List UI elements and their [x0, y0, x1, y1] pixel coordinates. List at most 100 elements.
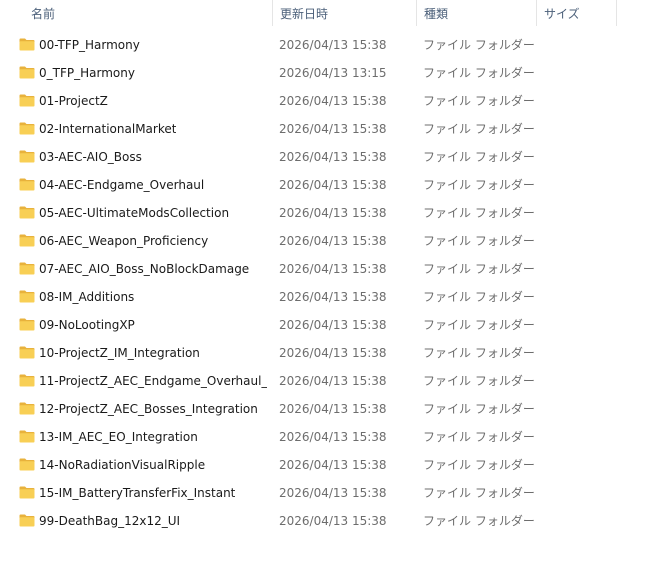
column-header-size-label: サイズ — [544, 7, 580, 21]
file-name[interactable]: 10-ProjectZ_IM_Integration — [39, 339, 200, 367]
modified-date: 2026/04/13 13:15 — [279, 66, 387, 80]
folder-icon — [19, 206, 35, 219]
column-header-name-label: 名前 — [31, 7, 56, 21]
file-name[interactable]: 09-NoLootingXP — [39, 311, 135, 339]
column-header-name[interactable]: ⌃ 名前 — [0, 0, 272, 26]
column-header-date-label: 更新日時 — [280, 7, 329, 21]
file-type: ファイル フォルダー — [423, 66, 535, 80]
sort-ascending-icon: ⌃ — [143, 0, 152, 5]
column-header-size[interactable]: サイズ — [537, 0, 616, 26]
file-row[interactable]: 07-AEC_AIO_Boss_NoBlockDamage 2026/04/13 … — [0, 255, 668, 283]
folder-icon — [19, 150, 35, 163]
modified-date: 2026/04/13 15:38 — [279, 290, 387, 304]
folder-icon — [19, 402, 35, 415]
folder-icon — [19, 430, 35, 443]
file-name[interactable]: 99-DeathBag_12x12_UI — [39, 507, 180, 535]
folder-icon — [19, 234, 35, 247]
file-row[interactable]: 12-ProjectZ_AEC_Bosses_Integration 2026/0… — [0, 395, 668, 423]
file-type: ファイル フォルダー — [423, 374, 535, 388]
file-type: ファイル フォルダー — [423, 150, 535, 164]
file-name[interactable]: 03-AEC-AIO_Boss — [39, 143, 142, 171]
modified-date: 2026/04/13 15:38 — [279, 206, 387, 220]
folder-icon — [19, 458, 35, 471]
modified-date: 2026/04/13 15:38 — [279, 318, 387, 332]
file-row[interactable]: 0_TFP_Harmony 2026/04/13 13:15 ファイル フォルダー — [0, 59, 668, 87]
file-row[interactable]: 06-AEC_Weapon_Proficiency 2026/04/13 15:3… — [0, 227, 668, 255]
file-name[interactable]: 08-IM_Additions — [39, 283, 134, 311]
folder-icon — [19, 38, 35, 51]
column-header-bar: ⌃ 名前 更新日時 種類 サイズ — [0, 0, 668, 28]
folder-icon — [19, 486, 35, 499]
file-name[interactable]: 13-IM_AEC_EO_Integration — [39, 423, 198, 451]
file-name[interactable]: 06-AEC_Weapon_Proficiency — [39, 227, 208, 255]
modified-date: 2026/04/13 15:38 — [279, 402, 387, 416]
file-row[interactable]: 14-NoRadiationVisualRipple 2026/04/13 15:… — [0, 451, 668, 479]
modified-date: 2026/04/13 15:38 — [279, 430, 387, 444]
file-row[interactable]: 09-NoLootingXP 2026/04/13 15:38 ファイル フォルダー — [0, 311, 668, 339]
folder-icon — [19, 66, 35, 79]
file-row[interactable]: 08-IM_Additions 2026/04/13 15:38 ファイル フォルダ… — [0, 283, 668, 311]
folder-icon — [19, 290, 35, 303]
modified-date: 2026/04/13 15:38 — [279, 122, 387, 136]
file-row[interactable]: 11-ProjectZ_AEC_Endgame_Overhaul__In... 2… — [0, 367, 668, 395]
file-type: ファイル フォルダー — [423, 402, 535, 416]
modified-date: 2026/04/13 15:38 — [279, 346, 387, 360]
file-row[interactable]: 01-ProjectZ 2026/04/13 15:38 ファイル フォルダー — [0, 87, 668, 115]
file-type: ファイル フォルダー — [423, 38, 535, 52]
modified-date: 2026/04/13 15:38 — [279, 234, 387, 248]
file-row[interactable]: 02-InternationalMarket 2026/04/13 15:38 ファ… — [0, 115, 668, 143]
file-type: ファイル フォルダー — [423, 94, 535, 108]
file-type: ファイル フォルダー — [423, 262, 535, 276]
file-type: ファイル フォルダー — [423, 290, 535, 304]
file-type: ファイル フォルダー — [423, 430, 535, 444]
file-type: ファイル フォルダー — [423, 122, 535, 136]
file-name[interactable]: 01-ProjectZ — [39, 87, 108, 115]
folder-icon — [19, 318, 35, 331]
column-header-type-label: 種類 — [424, 7, 449, 21]
file-name[interactable]: 12-ProjectZ_AEC_Bosses_Integration — [39, 395, 258, 423]
file-name[interactable]: 15-IM_BatteryTransferFix_Instant — [39, 479, 235, 507]
modified-date: 2026/04/13 15:38 — [279, 486, 387, 500]
file-type: ファイル フォルダー — [423, 458, 535, 472]
column-divider[interactable] — [616, 0, 617, 26]
file-name[interactable]: 11-ProjectZ_AEC_Endgame_Overhaul__In... — [39, 367, 267, 395]
file-row[interactable]: 99-DeathBag_12x12_UI 2026/04/13 15:38 ファイル… — [0, 507, 668, 535]
modified-date: 2026/04/13 15:38 — [279, 374, 387, 388]
file-type: ファイル フォルダー — [423, 346, 535, 360]
folder-icon — [19, 94, 35, 107]
file-row[interactable]: 04-AEC-Endgame_Overhaul 2026/04/13 15:38 フ… — [0, 171, 668, 199]
file-name[interactable]: 04-AEC-Endgame_Overhaul — [39, 171, 204, 199]
modified-date: 2026/04/13 15:38 — [279, 514, 387, 528]
file-name[interactable]: 02-InternationalMarket — [39, 115, 176, 143]
file-name[interactable]: 07-AEC_AIO_Boss_NoBlockDamage — [39, 255, 249, 283]
file-name[interactable]: 0_TFP_Harmony — [39, 59, 135, 87]
modified-date: 2026/04/13 15:38 — [279, 458, 387, 472]
column-header-date[interactable]: 更新日時 — [273, 0, 416, 26]
folder-icon — [19, 178, 35, 191]
file-row[interactable]: 13-IM_AEC_EO_Integration 2026/04/13 15:38… — [0, 423, 668, 451]
file-type: ファイル フォルダー — [423, 178, 535, 192]
file-type: ファイル フォルダー — [423, 234, 535, 248]
modified-date: 2026/04/13 15:38 — [279, 38, 387, 52]
folder-icon — [19, 374, 35, 387]
file-type: ファイル フォルダー — [423, 514, 535, 528]
folder-icon — [19, 122, 35, 135]
file-name[interactable]: 14-NoRadiationVisualRipple — [39, 451, 205, 479]
modified-date: 2026/04/13 15:38 — [279, 94, 387, 108]
file-row[interactable]: 05-AEC-UltimateModsCollection 2026/04/13 … — [0, 199, 668, 227]
file-type: ファイル フォルダー — [423, 486, 535, 500]
file-list: 00-TFP_Harmony 2026/04/13 15:38 ファイル フォルダー… — [0, 31, 668, 535]
file-name[interactable]: 00-TFP_Harmony — [39, 31, 140, 59]
file-row[interactable]: 15-IM_BatteryTransferFix_Instant 2026/04/… — [0, 479, 668, 507]
folder-icon — [19, 346, 35, 359]
modified-date: 2026/04/13 15:38 — [279, 150, 387, 164]
file-row[interactable]: 03-AEC-AIO_Boss 2026/04/13 15:38 ファイル フォルダ… — [0, 143, 668, 171]
file-type: ファイル フォルダー — [423, 318, 535, 332]
file-row[interactable]: 00-TFP_Harmony 2026/04/13 15:38 ファイル フォルダー — [0, 31, 668, 59]
folder-icon — [19, 262, 35, 275]
modified-date: 2026/04/13 15:38 — [279, 262, 387, 276]
column-header-type[interactable]: 種類 — [417, 0, 536, 26]
file-row[interactable]: 10-ProjectZ_IM_Integration 2026/04/13 15:… — [0, 339, 668, 367]
file-name[interactable]: 05-AEC-UltimateModsCollection — [39, 199, 229, 227]
modified-date: 2026/04/13 15:38 — [279, 178, 387, 192]
